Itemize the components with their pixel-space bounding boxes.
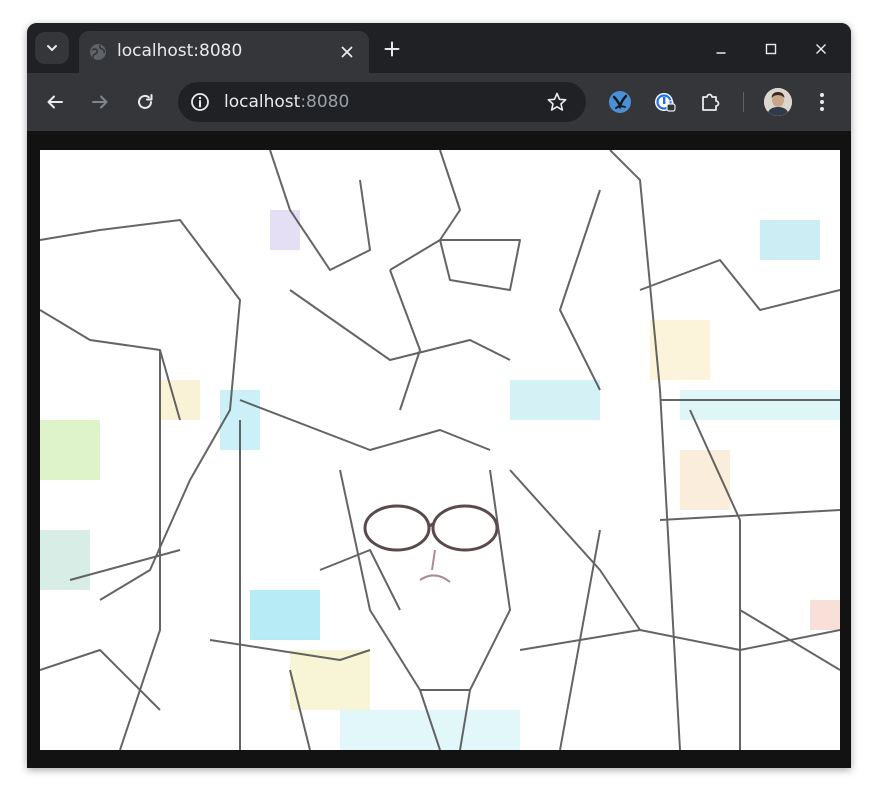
line-art-image: [40, 150, 840, 750]
kebab-menu-icon: [820, 93, 824, 111]
avatar[interactable]: [764, 88, 792, 116]
extensions-button[interactable]: [697, 89, 723, 115]
tab-strip: localhost:8080: [27, 23, 851, 73]
reload-button[interactable]: [133, 90, 157, 114]
password-icon: [655, 93, 676, 112]
tab-close-button[interactable]: [337, 42, 357, 62]
arrow-left-icon: [47, 95, 63, 109]
toolbar-divider: [743, 92, 744, 112]
arrow-right-icon: [92, 95, 108, 109]
reload-icon: [138, 94, 153, 109]
extension-password-button[interactable]: [652, 89, 678, 115]
page-content: [27, 131, 851, 768]
url-text: localhost:8080: [224, 92, 349, 112]
address-bar[interactable]: localhost:8080: [178, 82, 586, 122]
minimize-icon: [716, 52, 726, 54]
close-icon: [816, 44, 826, 54]
globe-icon: [90, 44, 106, 60]
bird-icon: [609, 91, 631, 113]
puzzle-icon: [702, 93, 720, 111]
url-host: localhost: [224, 92, 301, 112]
browser-window: localhost:8080 localhost:8080: [27, 23, 851, 768]
plus-icon: [384, 41, 400, 57]
webcam-canvas: [40, 150, 840, 750]
back-button[interactable]: [43, 90, 67, 114]
info-icon[interactable]: [190, 92, 210, 112]
tab-active[interactable]: localhost:8080: [79, 31, 369, 73]
forward-button[interactable]: [88, 90, 112, 114]
maximize-icon: [765, 43, 777, 55]
extension-bird-button[interactable]: [607, 89, 633, 115]
tab-title: localhost:8080: [117, 41, 243, 61]
url-port: :8080: [300, 92, 350, 112]
minimize-button[interactable]: [709, 37, 733, 61]
chevron-down-icon: [47, 45, 57, 51]
close-icon: [341, 46, 353, 58]
star-icon[interactable]: [546, 91, 568, 113]
toolbar: localhost:8080: [27, 73, 851, 131]
tab-search-button[interactable]: [35, 32, 69, 64]
new-tab-button[interactable]: [380, 37, 404, 61]
close-window-button[interactable]: [809, 37, 833, 61]
maximize-button[interactable]: [759, 37, 783, 61]
menu-button[interactable]: [810, 90, 834, 114]
profile-avatar-icon: [764, 88, 792, 116]
